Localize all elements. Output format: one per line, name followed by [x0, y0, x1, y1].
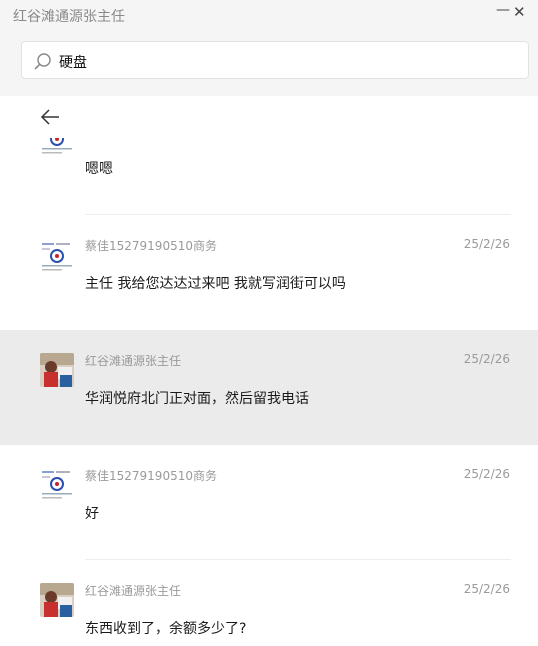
message-date: 25/2/26 [463, 352, 510, 366]
message-text: 好 [85, 506, 99, 522]
sender-name: 蔡佳15279190510商务 [85, 239, 217, 253]
qr-avatar [40, 468, 74, 502]
window-title: 红谷滩通源张主任 [13, 9, 125, 25]
message-date: 25/2/26 [463, 237, 510, 251]
message-text: 嗯嗯 [85, 161, 113, 177]
photo-avatar [40, 583, 74, 617]
message-text: 主任 我给您达达过来吧 我就写润街可以吗 [85, 276, 346, 292]
sender-name: 蔡佳15279190510商务 [85, 469, 217, 483]
message-text: 东西收到了，余额多少了? [85, 621, 247, 637]
message-item[interactable]: 红谷滩通源张主任 25/2/26 华润悦府北门正对面，然后留我电话 [0, 330, 538, 445]
qr-avatar [40, 240, 74, 274]
message-date: 25/2/26 [463, 582, 510, 596]
sender-name: 红谷滩通源张主任 [85, 584, 182, 598]
photo-avatar [40, 353, 74, 387]
search-input[interactable]: 硬盘 [59, 52, 87, 72]
message-date: 25/2/26 [463, 467, 510, 481]
message-text: 华润悦府北门正对面，然后留我电话 [85, 391, 309, 407]
close-button[interactable]: ✕ [513, 3, 526, 21]
results-header [0, 96, 538, 139]
minimize-button[interactable]: — [496, 2, 510, 18]
message-list[interactable]: 嗯嗯 蔡佳15279190510商务 25/2/26 主任 我给您达达过来吧 我… [0, 138, 538, 646]
sender-name: 红谷滩通源张主任 [85, 354, 182, 368]
search-box[interactable]: 硬盘 [21, 41, 529, 79]
title-bar: 红谷滩通源张主任 — ✕ [0, 0, 538, 30]
message-item[interactable]: 蔡佳15279190510商务 25/2/26 好 [0, 445, 538, 560]
message-item[interactable]: 蔡佳15279190510商务 25/2/26 主任 我给您达达过来吧 我就写润… [0, 215, 538, 330]
arrow-left-icon[interactable] [40, 108, 60, 126]
qr-avatar [40, 138, 74, 157]
search-icon [34, 53, 51, 70]
message-item[interactable]: 红谷滩通源张主任 25/2/26 东西收到了，余额多少了? [0, 560, 538, 646]
